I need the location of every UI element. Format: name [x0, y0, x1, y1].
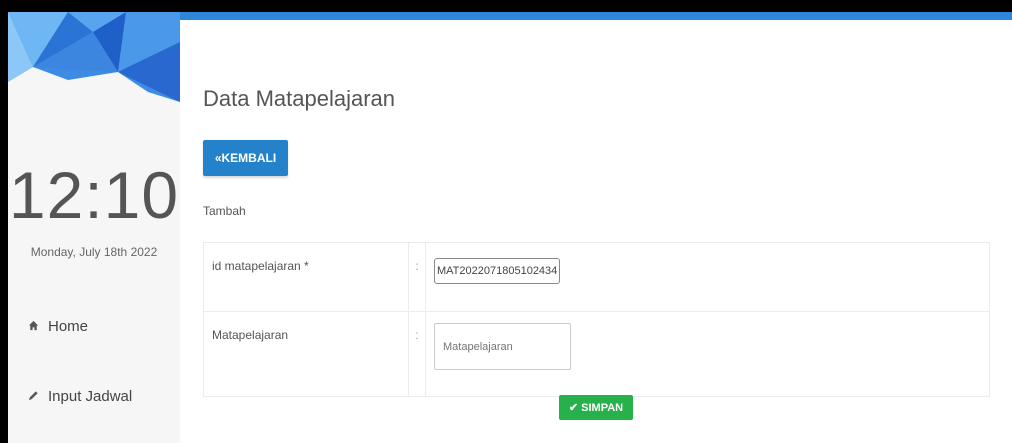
sidebar-item-home[interactable]: Home — [28, 318, 88, 335]
field-cell — [425, 242, 990, 312]
app-window: 12:10 Monday, July 18th 2022 Home Input … — [8, 12, 1012, 443]
field-cell — [425, 311, 990, 397]
matapelajaran-input[interactable] — [434, 323, 571, 370]
sidebar-banner — [8, 12, 180, 107]
field-separator: : — [408, 242, 426, 312]
top-bar — [180, 12, 1012, 20]
form-subtitle: Tambah — [203, 204, 246, 218]
id-matapelajaran-input[interactable] — [434, 258, 560, 284]
field-label: id matapelajaran * — [203, 242, 409, 312]
sidebar-item-label: Input Jadwal — [48, 388, 133, 405]
form-row: id matapelajaran * : — [203, 242, 990, 312]
page-title: Data Matapelajaran — [203, 86, 396, 111]
home-icon — [28, 319, 42, 334]
double-chevron-left-icon: « — [214, 151, 222, 165]
back-button-label: KEMBALI — [221, 151, 277, 165]
check-icon: ✔ — [568, 402, 582, 414]
pencil-icon — [28, 389, 42, 404]
date-label: Monday, July 18th 2022 — [30, 245, 158, 259]
field-label: Matapelajaran — [203, 311, 409, 397]
field-separator: : — [408, 311, 426, 397]
form-table: id matapelajaran * : Matapelajaran : — [203, 242, 990, 397]
form-row: Matapelajaran : — [203, 311, 990, 397]
save-button-label: SIMPAN — [581, 402, 624, 414]
back-button[interactable]: «KEMBALI — [203, 140, 288, 176]
sidebar-item-label: Home — [48, 318, 89, 335]
sidebar-item-input-jadwal[interactable]: Input Jadwal — [28, 388, 132, 405]
main-content: Data Matapelajaran «KEMBALI Tambah id ma… — [180, 20, 1012, 443]
clock: 12:10 — [8, 158, 180, 232]
sidebar: 12:10 Monday, July 18th 2022 Home Input … — [8, 12, 181, 443]
save-button[interactable]: ✔ SIMPAN — [559, 395, 633, 420]
